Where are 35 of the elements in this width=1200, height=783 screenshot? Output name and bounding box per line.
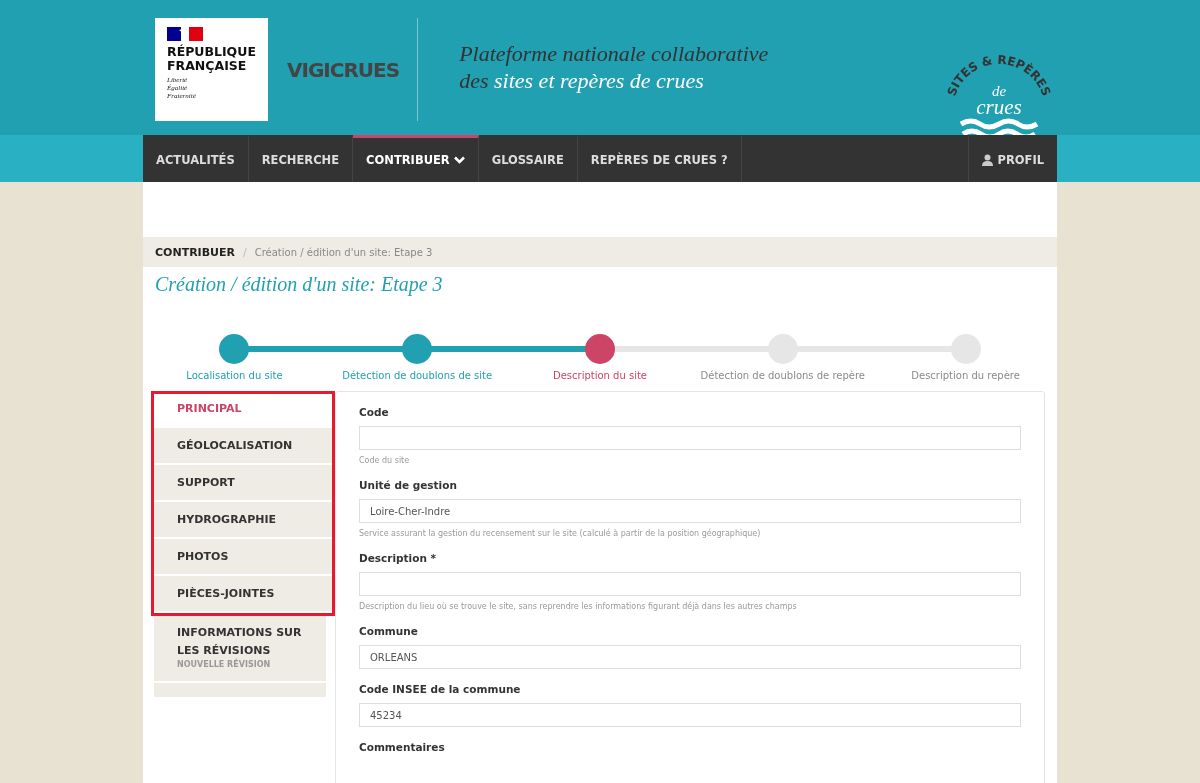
field-label: Description * xyxy=(359,552,438,564)
tagline-text: Plateforme nationale collaborative xyxy=(459,40,769,67)
field-label: Unité de gestion xyxy=(359,479,458,491)
step-label: Description du site xyxy=(552,370,647,381)
input-field[interactable] xyxy=(359,426,1021,450)
breadcrumb-current: Création / édition d'un site: Etape 3 xyxy=(254,246,433,258)
breadcrumb-link[interactable]: CONTRIBUER xyxy=(155,245,235,259)
page-title: Création / édition d'un site: Etape 3 xyxy=(155,273,444,296)
breadcrumb-separator: / xyxy=(243,245,247,259)
help-text: Description du lieu où se trouve le site, sans reprendre les informations figurant déjà dans les autres champs xyxy=(359,602,798,611)
input-field[interactable]: Loire-Cher-Indre xyxy=(359,499,1021,523)
republique-francaise-text: RÉPUBLIQUE FRANÇAISE xyxy=(167,45,257,73)
sidebar-item[interactable]: PHOTOS xyxy=(154,539,332,576)
sidebar-item[interactable]: GÉOLOCALISATION xyxy=(154,428,332,465)
step-label: Détection de doublons de repère xyxy=(700,370,866,381)
field-label: Commentaires xyxy=(359,741,446,753)
tagline-text: des sites et repères de crues xyxy=(459,67,705,94)
user-icon xyxy=(982,154,994,166)
field-label: Code xyxy=(359,406,390,418)
input-field[interactable] xyxy=(359,572,1021,596)
sidebar-item[interactable]: HYDROGRAPHIE xyxy=(154,502,332,539)
sidebar-item[interactable]: INFORMATIONS SUR LES RÉVISIONS NOUVELLE RÉVISION xyxy=(154,616,326,683)
field-label: Code INSEE de la commune xyxy=(359,683,522,695)
step-label: Localisation du site xyxy=(186,370,283,381)
sidebar-item[interactable]: PIÈCES-JOINTES xyxy=(154,576,332,613)
input-field[interactable]: ORLEANS xyxy=(359,645,1021,669)
sidebar-item[interactable]: SUPPORT xyxy=(154,465,332,502)
help-text: Service assurant la gestion du recensement sur le site (calculé à partir de la position géographique) xyxy=(359,529,762,538)
step-label: Détection de doublons de site xyxy=(342,370,493,381)
step-label: Description du repère xyxy=(911,370,1020,381)
marianne-flag-icon xyxy=(167,27,203,41)
input-field[interactable]: 45234 xyxy=(359,703,1021,727)
vigicrues-logo: VIGICRUES xyxy=(287,58,400,82)
help-text: Code du site xyxy=(359,456,411,465)
field-label: Commune xyxy=(359,625,419,637)
